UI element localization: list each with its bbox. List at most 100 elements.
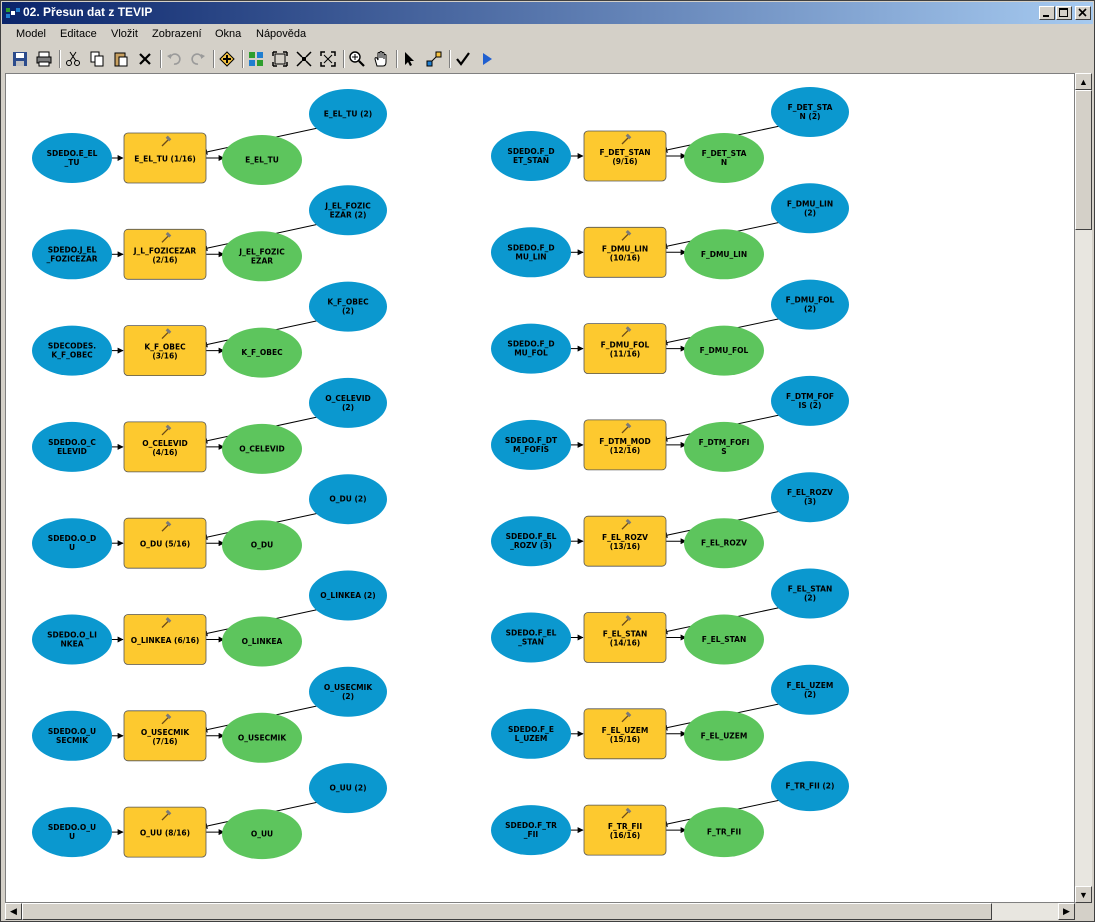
- scroll-right-button[interactable]: ▶: [1058, 903, 1075, 920]
- connect-button[interactable]: [424, 49, 444, 69]
- input-data-label-line: SDEDO.F_D: [507, 147, 554, 156]
- parameter-label-line: F_DTM_FOF: [786, 392, 834, 401]
- process-left-5: SDEDO.O_D U O_DU (5/16) O_DU O_DU (2): [32, 474, 387, 571]
- menu-okna[interactable]: Okna: [215, 28, 241, 40]
- title-bar[interactable]: 02. Přesun dat z TEVIP: [2, 2, 1093, 24]
- input-data-label-line: SDECODES.: [48, 342, 96, 351]
- auto-layout-button[interactable]: [246, 49, 266, 69]
- save-button[interactable]: [10, 49, 30, 69]
- zoom-in-button[interactable]: [347, 49, 367, 69]
- tool-label-line: (2/16): [152, 255, 177, 264]
- output-data-label-line: O_UU: [251, 830, 273, 839]
- zoom-extent-button[interactable]: [318, 49, 338, 69]
- tool-label-line: O_CELEVID: [142, 439, 187, 448]
- validate-button[interactable]: [453, 49, 473, 69]
- copy-button[interactable]: [87, 49, 107, 69]
- output-data-label-line: EZAR: [251, 256, 273, 265]
- output-data-label: F_EL_UZEM: [701, 731, 748, 740]
- tool-label-line: F_DTM_MOD: [599, 437, 651, 446]
- output-data-label: O_LINKEA: [242, 637, 283, 646]
- horizontal-scroll-thumb[interactable]: [22, 903, 992, 920]
- input-data-label-line: SDEDO.F_D: [507, 243, 554, 252]
- input-data-label-line: SDEDO.O_LI: [47, 631, 97, 640]
- tool-label-line: (14/16): [610, 639, 640, 648]
- minimize-button[interactable]: [1039, 6, 1055, 20]
- maximize-icon: [1059, 8, 1068, 17]
- output-data-label: K_F_OBEC: [241, 348, 283, 357]
- input-data-label-line: K_F_OBEC: [51, 351, 93, 360]
- save-icon: [13, 52, 27, 66]
- process-right-7: SDEDO.F_E L_UZEMF_EL_UZEM (15/16) F_EL_UZEM…: [491, 664, 849, 761]
- menu-vlozit[interactable]: Vložit: [111, 28, 138, 40]
- select-icon: [405, 52, 414, 66]
- pan-button[interactable]: [371, 49, 391, 69]
- process-left-7: SDEDO.O_U SECMIKO_USECMIK (7/16) O_USECMIKO…: [32, 666, 387, 763]
- input-data-label-line: NKEA: [60, 640, 83, 649]
- tool-label-line: (13/16): [610, 542, 640, 551]
- delete-button[interactable]: [135, 49, 155, 69]
- undo-icon: [167, 53, 181, 65]
- output-data-label-line: F_EL_UZEM: [701, 731, 748, 740]
- cut-button[interactable]: [63, 49, 83, 69]
- redo-button[interactable]: [188, 49, 208, 69]
- select-button[interactable]: [400, 49, 420, 69]
- input-data-label-line: SDEDO.J_EL: [48, 245, 97, 254]
- tool-label-line: (16/16): [610, 831, 640, 840]
- output-data-label-line: K_F_OBEC: [241, 348, 283, 357]
- tool-label-line: O_USECMIK: [141, 728, 190, 737]
- print-button[interactable]: [34, 49, 54, 69]
- input-data-label-line: _TU: [65, 158, 80, 167]
- scroll-up-button[interactable]: ▲: [1075, 73, 1092, 90]
- parameter-label-line: (2): [342, 307, 354, 316]
- tool-label-line: O_UU (8/16): [140, 829, 190, 838]
- scroll-left-button[interactable]: ◀: [5, 903, 22, 920]
- cut-icon: [66, 51, 80, 66]
- output-data-label-line: O_LINKEA: [242, 637, 283, 646]
- tool-label-line: F_EL_ROZV: [602, 533, 648, 542]
- run-button[interactable]: [477, 49, 497, 69]
- input-data-label-line: ET_STAN: [513, 156, 549, 165]
- add-data-icon: [219, 51, 235, 67]
- process-left-3: SDECODES. K_F_OBECK_F_OBEC (3/16) K_F_OBECK…: [32, 281, 387, 378]
- horizontal-scrollbar[interactable]: ◀ ▶: [5, 903, 1075, 920]
- full-extent-button[interactable]: [270, 49, 290, 69]
- menu-model[interactable]: Model: [16, 28, 46, 40]
- parameter-label: O_DU (2): [329, 495, 366, 504]
- menu-napoveda[interactable]: Nápověda: [256, 28, 306, 40]
- input-data-label-line: SDEDO.O_C: [48, 438, 96, 447]
- menu-editace[interactable]: Editace: [60, 28, 97, 40]
- vertical-scroll-thumb[interactable]: [1075, 90, 1092, 230]
- output-data-label: O_CELEVID: [239, 444, 284, 453]
- process-left-1: SDEDO.E_EL _TU E_EL_TU (1/16) E_EL_TU E_EL_T…: [32, 89, 387, 185]
- input-data-label: SDEDO.F_D ET_STAN: [507, 147, 554, 165]
- input-data-label-line: SDEDO.F_EL: [506, 629, 557, 638]
- scroll-down-button[interactable]: ▼: [1075, 886, 1092, 903]
- output-data-label-line: F_DET_STA: [702, 149, 747, 158]
- input-data-label-line: _ROZV (3): [510, 541, 552, 550]
- output-data-label: O_UU: [251, 830, 273, 839]
- run-icon: [483, 53, 492, 65]
- connect-icon: [426, 51, 442, 67]
- input-data-label-line: SDEDO.F_D: [507, 340, 554, 349]
- menu-zobrazeni[interactable]: Zobrazení: [152, 28, 202, 40]
- vertical-scrollbar[interactable]: ▲ ▼: [1075, 73, 1092, 903]
- output-data-label: F_EL_ROZV: [701, 539, 747, 548]
- close-button[interactable]: [1075, 6, 1091, 20]
- add-data-button[interactable]: [217, 49, 237, 69]
- model-canvas[interactable]: SDEDO.E_EL _TU E_EL_TU (1/16) E_EL_TU E_EL_T…: [5, 73, 1075, 903]
- input-data-label-line: MU_FOL: [514, 349, 548, 358]
- output-data-label-line: F_DTM_FOFI: [699, 438, 750, 447]
- output-data-label: F_DMU_FOL: [700, 346, 749, 355]
- parameter-label-line: (3): [804, 497, 816, 506]
- parameter-label-line: F_EL_UZEM: [787, 681, 834, 690]
- tool-label-line: (4/16): [152, 448, 177, 457]
- auto-layout-icon: [249, 52, 263, 66]
- process-right-2: SDEDO.F_D MU_LINF_DMU_LIN (10/16) F_DMU_LIN…: [491, 183, 849, 280]
- undo-button[interactable]: [164, 49, 184, 69]
- output-data-label: O_DU: [251, 541, 273, 550]
- paste-button[interactable]: [111, 49, 131, 69]
- maximize-button[interactable]: [1056, 6, 1072, 20]
- input-data-label-line: U: [69, 543, 75, 552]
- fit-button[interactable]: [294, 49, 314, 69]
- model-diagram: SDEDO.E_EL _TU E_EL_TU (1/16) E_EL_TU E_EL_T…: [32, 87, 849, 860]
